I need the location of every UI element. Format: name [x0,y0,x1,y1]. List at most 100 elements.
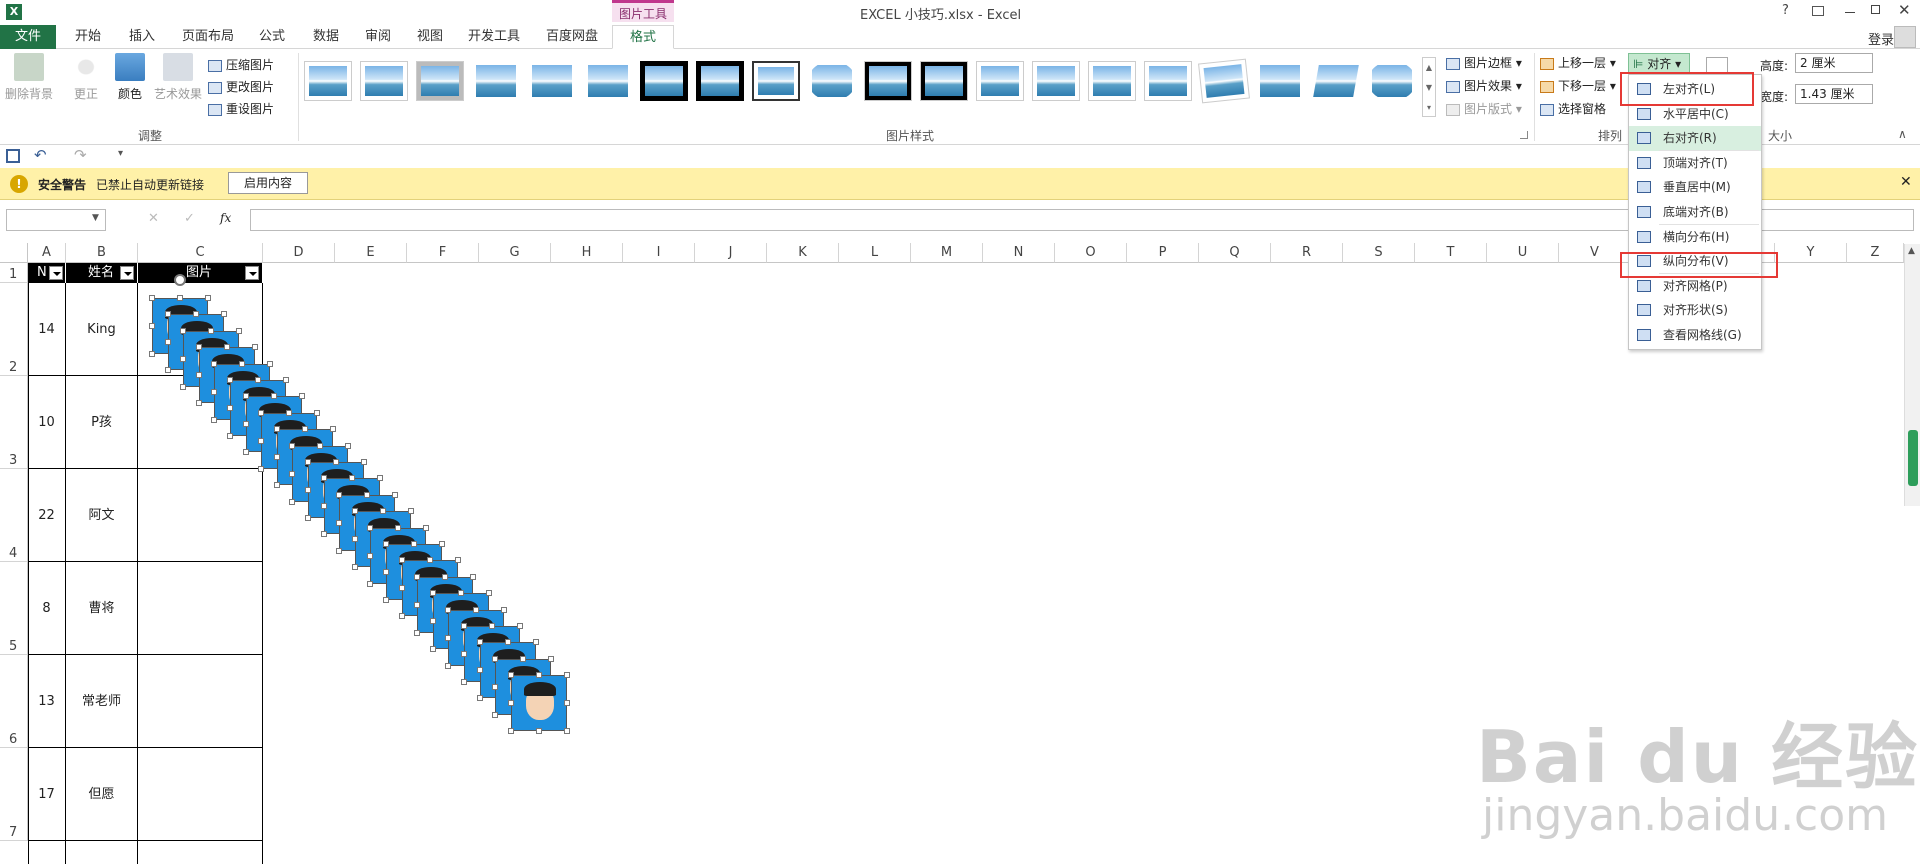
align-button[interactable]: ⊫ 对齐 ▾ [1628,53,1690,73]
style-thumb[interactable] [1144,61,1192,101]
resize-handle[interactable] [476,639,483,646]
tab-data[interactable]: 数据 [300,25,352,49]
tab-view[interactable]: 视图 [404,25,456,49]
resize-handle[interactable] [336,519,343,526]
style-thumb[interactable] [976,61,1024,101]
resize-handle[interactable] [476,695,483,702]
table-cell-name[interactable]: P孩 [66,376,138,469]
style-thumb[interactable] [640,61,688,101]
resize-handle[interactable] [445,662,452,669]
tab-page-layout[interactable]: 页面布局 [172,25,244,49]
resize-handle[interactable] [192,311,199,318]
close-icon[interactable]: ✕ [1898,1,1911,19]
menu-item-align-top[interactable]: 顶端对齐(T) [1629,151,1761,176]
resize-handle[interactable] [454,557,461,564]
row-header[interactable]: 5 [0,562,28,655]
resize-handle[interactable] [351,564,358,571]
table-cell-picture[interactable] [138,655,263,748]
style-thumb[interactable] [1308,61,1364,101]
row-header[interactable]: 2 [0,283,28,376]
resize-handle[interactable] [367,580,374,587]
resize-handle[interactable] [236,327,243,334]
resize-handle[interactable] [227,377,233,383]
close-warning-icon[interactable]: ✕ [1900,174,1912,190]
scroll-thumb[interactable] [1908,430,1918,486]
table-cell-empty[interactable] [138,841,263,864]
vertical-scrollbar[interactable]: ▲ [1904,244,1920,506]
resize-handle[interactable] [242,393,249,400]
style-thumb[interactable] [808,61,856,101]
resize-handle[interactable] [289,442,296,449]
resize-handle[interactable] [336,547,343,554]
table-cell-no[interactable]: 8 [28,562,66,655]
resize-handle[interactable] [429,646,436,653]
row-header[interactable]: 3 [0,376,28,469]
column-header[interactable]: F [407,243,479,263]
resize-handle[interactable] [395,524,402,531]
resize-handle[interactable] [317,442,324,449]
resize-handle[interactable] [211,388,218,395]
resize-handle[interactable] [563,728,570,735]
resize-handle[interactable] [470,573,477,580]
menu-item-snap-shape[interactable]: 对齐形状(S) [1629,298,1761,323]
resize-handle[interactable] [383,569,389,575]
resize-handle[interactable] [289,498,296,505]
resize-handle[interactable] [270,393,277,400]
name-box[interactable] [6,209,106,231]
style-thumb[interactable] [1032,61,1080,101]
resize-handle[interactable] [301,426,308,433]
resize-handle[interactable] [398,557,405,564]
resize-handle[interactable] [205,295,211,301]
corrections-button[interactable]: 更正 [64,53,108,102]
change-picture-button[interactable]: 更改图片 [208,77,274,97]
column-header[interactable]: U [1487,243,1559,263]
resize-handle[interactable] [283,377,289,383]
resize-handle[interactable] [504,639,511,646]
table-cell-name[interactable]: 曹将 [66,562,138,655]
resize-handle[interactable] [258,437,265,444]
customize-qat-icon[interactable]: ▾ [118,148,123,159]
menu-item-align-bottom[interactable]: 底端对齐(B) [1629,200,1761,225]
resize-handle[interactable] [239,360,246,367]
resize-handle[interactable] [426,557,433,564]
resize-handle[interactable] [351,536,358,543]
resize-handle[interactable] [532,639,539,646]
column-header[interactable]: N [983,243,1055,263]
resize-handle[interactable] [242,421,249,428]
table-cell-empty[interactable] [66,841,138,864]
resize-handle[interactable] [336,491,343,498]
rotate-handle-icon[interactable] [174,274,186,286]
resize-handle[interactable] [383,597,389,603]
resize-handle[interactable] [149,351,155,357]
tab-format[interactable]: 格式 [612,25,674,49]
tab-file[interactable]: 文件 [0,25,56,49]
resize-handle[interactable] [429,618,436,625]
resize-handle[interactable] [289,470,296,477]
column-header[interactable]: P [1127,243,1199,263]
row-header[interactable]: 1 [0,263,28,283]
table-cell-no[interactable]: 22 [28,469,66,562]
color-button[interactable]: 颜色 [108,53,152,102]
resize-handle[interactable] [563,700,570,707]
resize-handle[interactable] [211,360,218,367]
picture-layout-button[interactable]: 图片版式 ▾ [1446,99,1522,119]
style-thumb[interactable] [472,61,520,101]
resize-handle[interactable] [367,524,374,531]
resize-handle[interactable] [164,311,171,318]
enable-content-button[interactable]: 启用内容 [228,172,308,194]
selection-pane-button[interactable]: 选择窗格 [1540,99,1606,119]
column-header[interactable]: D [263,243,335,263]
resize-handle[interactable] [298,393,305,400]
column-header[interactable]: J [695,243,767,263]
resize-handle[interactable] [361,459,367,465]
style-thumb[interactable] [752,61,800,101]
collapse-ribbon-icon[interactable]: ∧ [1898,127,1907,141]
style-thumb[interactable] [920,61,968,101]
resize-handle[interactable] [320,531,327,538]
send-backward-button[interactable]: 下移一层 ▾ [1540,76,1616,96]
resize-handle[interactable] [376,475,383,482]
style-thumb[interactable] [360,61,408,101]
style-thumb[interactable] [1368,61,1416,101]
picture-styles-gallery[interactable]: ▲ ▼ ▾ [302,49,1438,123]
resize-handle[interactable] [164,367,171,374]
